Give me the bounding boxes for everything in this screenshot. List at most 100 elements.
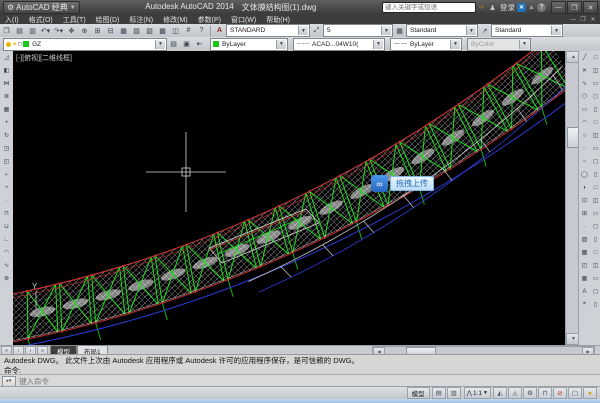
chevron-down-icon[interactable]: ▼ [466,26,476,35]
restore-button[interactable]: ❐ [567,1,582,14]
exchange-apps-icon[interactable]: ✕ [517,3,526,12]
workspace-switching-icon[interactable]: ⚙ [523,387,537,399]
tool-4-icon[interactable]: ◻ [590,90,600,103]
chamfer-icon[interactable]: ∟ [1,233,12,246]
tool-3-icon[interactable]: ▭ [590,77,600,90]
point-icon[interactable]: · [579,220,590,233]
auto-annotate-icon[interactable]: ◬ [508,387,522,399]
layer-previous-icon[interactable]: ⇤ [193,38,206,50]
rectangle-icon[interactable]: ▭ [579,103,590,116]
rotate-icon[interactable]: ↻ [1,129,12,142]
menu-item-3[interactable]: 绘图(D) [91,15,125,25]
scale-icon[interactable]: ◳ [1,142,12,155]
copy-icon[interactable]: ◧ [1,64,12,77]
move-icon[interactable]: + [1,116,12,129]
quickcalc-icon[interactable]: # [182,25,195,37]
trim-icon[interactable]: ⌐ [1,168,12,181]
tool-17-icon[interactable]: ◫ [590,259,600,272]
tool-19-icon[interactable]: ◻ [590,285,600,298]
make-current-icon[interactable]: ▣ [180,38,193,50]
menu-item-0[interactable]: 入(I) [0,15,24,25]
autodesk-360-icon[interactable]: ▲ [526,3,537,13]
command-history[interactable]: Autodesk DWG。 此文件上次由 Autodesk 应用程序或 Auto… [0,354,600,374]
chevron-down-icon[interactable]: ▼ [551,26,561,35]
array-icon[interactable]: ▦ [1,103,12,116]
tool-14-icon[interactable]: ◻ [590,220,600,233]
construction-line-icon[interactable]: ✕ [579,64,590,77]
tool-5-icon[interactable]: ▯ [590,103,600,116]
region-icon[interactable]: ◰ [579,259,590,272]
performance-icon[interactable]: ⊘ [553,387,567,399]
table-icon[interactable]: ▦ [579,272,590,285]
model-space-button[interactable]: 模型 [407,387,430,399]
offset-icon[interactable]: ≣ [1,90,12,103]
menu-item-7[interactable]: 窗口(W) [226,15,261,25]
revision-cloud-icon[interactable]: ◌ [579,142,590,155]
annotation-scale-button[interactable]: ⋀ 1:1 ▼ [464,387,491,399]
fillet-icon[interactable]: ◠ [1,246,12,259]
polygon-icon[interactable]: ⬡ [579,90,590,103]
tool-2-icon[interactable]: ◫ [590,64,600,77]
drawing-canvas[interactable]: [-][俯视][二维线框] Y ∞ 拖拽上传 [13,51,565,345]
circle-icon[interactable]: ○ [579,129,590,142]
properties-icon[interactable]: ▦ [117,25,130,37]
polyline-icon[interactable]: ∿ [579,77,590,90]
doc-minimize-button[interactable]: — [568,16,578,24]
tool-palettes-icon[interactable]: ▧ [143,25,156,37]
cloud-upload-icon[interactable]: ∞ [371,175,388,192]
tool-15-icon[interactable]: ▯ [590,233,600,246]
tool-13-icon[interactable]: ▭ [590,207,600,220]
help-icon[interactable]: ? [195,25,208,37]
extend-icon[interactable]: ¬ [1,181,12,194]
lineweight-combo[interactable]: —— ByLayer ▼ [390,38,462,51]
mtext-icon[interactable]: A [579,285,590,298]
pan-icon[interactable]: ✥ [65,25,78,37]
designcenter-icon[interactable]: ▨ [130,25,143,37]
vertical-scrollbar[interactable]: ▲ ▼ [565,51,579,345]
menu-item-2[interactable]: 工具(T) [58,15,91,25]
zoom-window-icon[interactable]: ⊞ [91,25,104,37]
chevron-down-icon[interactable]: ▼ [373,40,383,49]
annotation-visibility-icon[interactable]: ◭ [493,387,507,399]
sign-in-link[interactable]: 登录 [500,2,515,13]
drag-upload-tooltip[interactable]: ∞ 拖拽上传 [371,175,434,192]
chevron-down-icon[interactable]: ▼ [298,26,308,35]
tool-8-icon[interactable]: ▭ [590,142,600,155]
tool-18-icon[interactable]: ▭ [590,272,600,285]
text-style-combo[interactable]: STANDARD ▼ [226,24,310,37]
erase-icon[interactable]: ◿ [1,51,12,64]
viewport-label[interactable]: [-][俯视][二维线框] [16,53,72,63]
command-options-icon[interactable]: ▸▾ [2,376,16,387]
table-style-combo[interactable]: Standard ▼ [406,24,478,37]
tool-16-icon[interactable]: □ [590,246,600,259]
zoom-realtime-icon[interactable]: ⊕ [78,25,91,37]
ellipse-arc-icon[interactable]: ◗ [579,181,590,194]
chevron-down-icon[interactable]: ▼ [450,40,460,49]
clean-screen-icon[interactable]: ● [583,387,597,399]
menu-item-8[interactable]: 帮助(H) [261,15,295,25]
table-style-icon[interactable]: ▦ [393,25,406,37]
join-icon[interactable]: ⊔ [1,220,12,233]
blend-curves-icon[interactable]: ∿ [1,259,12,272]
tool-1-icon[interactable]: □ [590,51,600,64]
save-icon[interactable]: ▤ [13,25,26,37]
doc-close-button[interactable]: ✕ [588,16,598,24]
open-icon[interactable]: ❐ [0,25,13,37]
tool-10-icon[interactable]: ▯ [590,168,600,181]
gradient-icon[interactable]: ▩ [579,246,590,259]
dim-style-combo[interactable]: 5 ▼ [323,24,393,37]
chevron-down-icon[interactable]: ▼ [276,40,286,49]
zoom-previous-icon[interactable]: ⊟ [104,25,117,37]
menu-item-4[interactable]: 标注(N) [124,15,158,25]
tool-20-icon[interactable]: ▯ [590,298,600,311]
insert-block-icon[interactable]: ⊡ [579,194,590,207]
color-combo[interactable]: ByLayer ▼ [210,38,288,51]
canvas-svg[interactable]: Y [13,51,565,345]
spline-icon[interactable]: ~ [579,155,590,168]
menu-item-5[interactable]: 修改(M) [158,15,193,25]
break-at-point-icon[interactable]: ∙ [1,194,12,207]
ellipse-icon[interactable]: ◯ [579,168,590,181]
line-icon[interactable]: ╱ [579,51,590,64]
chevron-down-icon[interactable]: ▼ [155,40,165,49]
quick-view-layouts-icon[interactable]: ▤ [432,387,446,399]
